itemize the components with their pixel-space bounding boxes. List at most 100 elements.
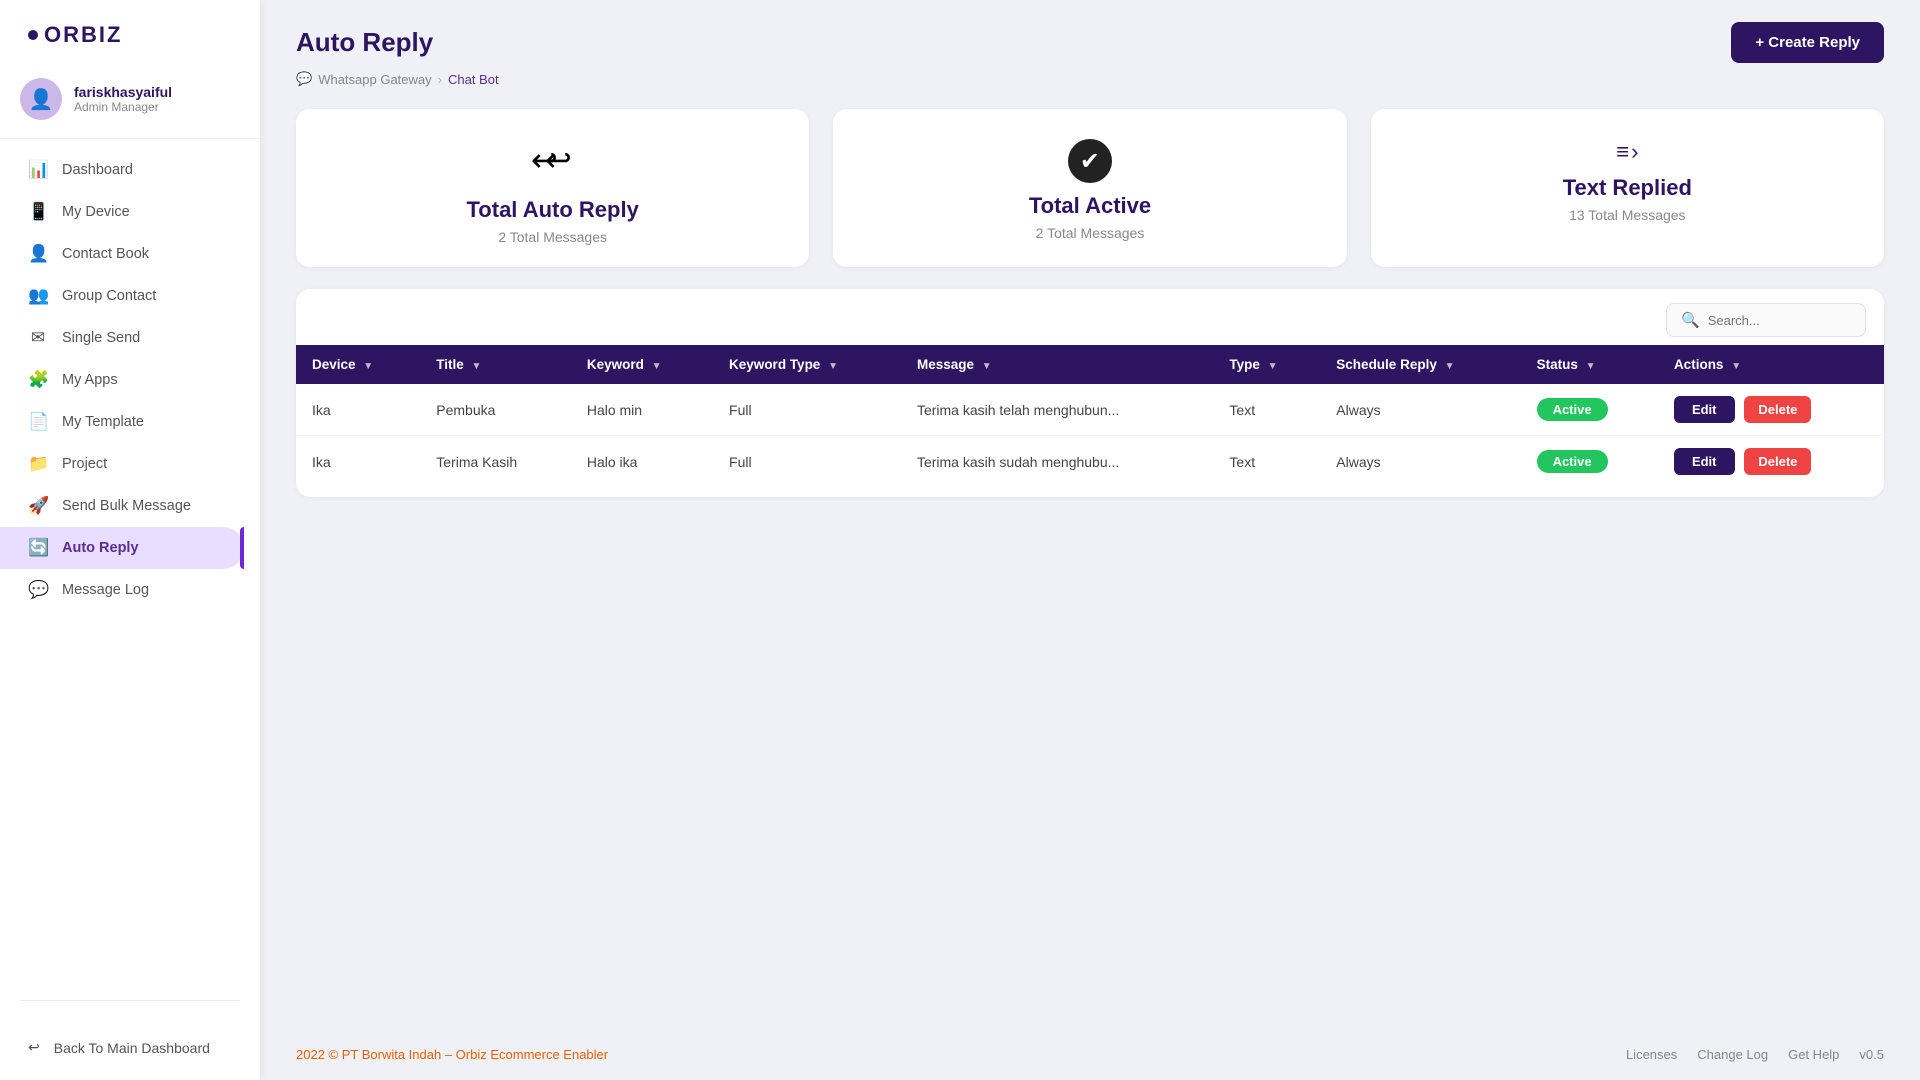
sidebar-item-my-template[interactable]: 📄My Template [0, 401, 244, 443]
create-reply-button[interactable]: + Create Reply [1731, 22, 1884, 63]
sidebar-item-dashboard[interactable]: 📊Dashboard [0, 149, 244, 191]
footer-copyright: 2022 © PT Borwita Indah – Orbiz Ecommerc… [296, 1047, 608, 1062]
user-role: Admin Manager [74, 100, 172, 114]
back-to-dashboard[interactable]: ↩ Back To Main Dashboard [0, 1025, 260, 1070]
auto-reply-icon: 🔄 [28, 538, 48, 558]
cell-actions-0: Edit Delete [1658, 384, 1884, 436]
total-auto-reply-sub: 2 Total Messages [498, 229, 607, 245]
footer-link-change-log[interactable]: Change Log [1697, 1047, 1768, 1062]
sidebar-item-label-project: Project [62, 456, 107, 472]
cell-type-1: Text [1213, 436, 1320, 488]
col-schedule_reply[interactable]: Schedule Reply ▼ [1320, 345, 1520, 384]
brand-name: ORBIZ [44, 22, 122, 48]
edit-button-1[interactable]: Edit [1674, 448, 1735, 475]
avatar: 👤 [20, 78, 62, 120]
back-icon: ↩ [28, 1039, 40, 1056]
logo: ORBIZ [0, 0, 260, 66]
col-title[interactable]: Title ▼ [420, 345, 571, 384]
total-active-icon: ✔ [1068, 139, 1112, 183]
footer-brand-link[interactable]: Orbiz Ecommerce Enabler [456, 1047, 608, 1062]
cell-actions-1: Edit Delete [1658, 436, 1884, 488]
message-log-icon: 💬 [28, 580, 48, 600]
cell-status-1: Active [1521, 436, 1658, 488]
sidebar-item-label-single-send: Single Send [62, 330, 140, 346]
sidebar-item-message-log[interactable]: 💬 Message Log [0, 569, 244, 611]
cell-keyword-0: Halo min [571, 384, 713, 436]
footer-copyright-text: 2022 © PT Borwita Indah – [296, 1047, 452, 1062]
search-wrap: 🔍 [1666, 303, 1866, 337]
status-badge-1: Active [1537, 450, 1608, 473]
text-replied-sub: 13 Total Messages [1569, 207, 1685, 223]
cell-device-0: Ika [296, 384, 420, 436]
cell-device-1: Ika [296, 436, 420, 488]
user-section: 👤 fariskhasyaiful Admin Manager [0, 66, 260, 139]
auto-reply-table: Device ▼Title ▼Keyword ▼Keyword Type ▼Me… [296, 345, 1884, 487]
sidebar-item-auto-reply[interactable]: 🔄Auto Reply [0, 527, 244, 569]
sidebar-item-label-contact-book: Contact Book [62, 246, 149, 262]
col-keyword[interactable]: Keyword ▼ [571, 345, 713, 384]
delete-button-0[interactable]: Delete [1744, 396, 1811, 423]
search-icon: 🔍 [1681, 311, 1700, 329]
table-row: Ika Terima Kasih Halo ika Full Terima ka… [296, 436, 1884, 488]
sidebar-item-send-bulk-message[interactable]: 🚀Send Bulk Message [0, 485, 244, 527]
sidebar-item-project[interactable]: 📁 Project [0, 443, 244, 485]
cell-schedule-reply-0: Always [1320, 384, 1520, 436]
cell-title-0: Pembuka [420, 384, 571, 436]
stat-cards-row: ↩↩Total Auto Reply2 Total Messages ✔ Total… [260, 87, 1920, 267]
sidebar-item-my-apps[interactable]: 🧩My Apps [0, 359, 244, 401]
sidebar-item-contact-book[interactable]: 👤 Contact Book [0, 233, 244, 275]
sidebar-item-label-my-apps: My Apps [62, 372, 118, 388]
cell-keyword-type-0: Full [713, 384, 901, 436]
breadcrumb-current: Chat Bot [448, 72, 499, 87]
breadcrumb-sep: › [438, 72, 442, 87]
total-active-title: Total Active [1029, 193, 1151, 219]
col-status[interactable]: Status ▼ [1521, 345, 1658, 384]
sidebar-item-group-contact[interactable]: 👥Group Contact [0, 275, 244, 317]
back-label: Back To Main Dashboard [54, 1040, 210, 1056]
username: fariskhasyaiful [74, 84, 172, 100]
sidebar: ORBIZ 👤 fariskhasyaiful Admin Manager 📊D… [0, 0, 260, 1080]
sidebar-item-label-message-log: Message Log [62, 582, 149, 598]
project-icon: 📁 [28, 454, 48, 474]
text-replied-icon: ≡› [1616, 139, 1638, 165]
my-template-icon: 📄 [28, 412, 48, 432]
svg-text:↩: ↩ [545, 142, 572, 177]
stat-card-total-auto-reply: ↩↩Total Auto Reply2 Total Messages [296, 109, 809, 267]
title-sort-icon: ▼ [472, 361, 482, 372]
col-actions[interactable]: Actions ▼ [1658, 345, 1884, 384]
schedule_reply-sort-icon: ▼ [1445, 361, 1455, 372]
sidebar-item-my-device[interactable]: 📱 My Device [0, 191, 244, 233]
sidebar-divider [20, 1000, 240, 1001]
keyword_type-sort-icon: ▼ [828, 361, 838, 372]
logo-dot [28, 30, 38, 40]
col-message[interactable]: Message ▼ [901, 345, 1213, 384]
dashboard-icon: 📊 [28, 160, 48, 180]
footer-link-licenses[interactable]: Licenses [1626, 1047, 1677, 1062]
cell-message-0: Terima kasih telah menghubun... [901, 384, 1213, 436]
sidebar-item-label-my-device: My Device [62, 204, 130, 220]
edit-button-0[interactable]: Edit [1674, 396, 1735, 423]
col-device[interactable]: Device ▼ [296, 345, 420, 384]
delete-button-1[interactable]: Delete [1744, 448, 1811, 475]
search-input[interactable] [1708, 313, 1851, 328]
my-device-icon: 📱 [28, 202, 48, 222]
cell-message-1: Terima kasih sudah menghubu... [901, 436, 1213, 488]
footer-link-get-help[interactable]: Get Help [1788, 1047, 1839, 1062]
group-contact-icon: 👥 [28, 286, 48, 306]
sidebar-item-label-send-bulk-message: Send Bulk Message [62, 498, 191, 514]
col-keyword_type[interactable]: Keyword Type ▼ [713, 345, 901, 384]
page-footer: 2022 © PT Borwita Indah – Orbiz Ecommerc… [260, 1029, 1920, 1080]
total-auto-reply-icon: ↩↩ [531, 139, 575, 187]
footer-version: v0.5 [1859, 1047, 1884, 1062]
message-sort-icon: ▼ [982, 361, 992, 372]
contact-book-icon: 👤 [28, 244, 48, 264]
table-toolbar: 🔍 [296, 289, 1884, 345]
sidebar-item-single-send[interactable]: ✉Single Send [0, 317, 244, 359]
total-active-sub: 2 Total Messages [1036, 225, 1145, 241]
type-sort-icon: ▼ [1268, 361, 1278, 372]
status-sort-icon: ▼ [1586, 361, 1596, 372]
cell-title-1: Terima Kasih [420, 436, 571, 488]
stat-card-total-active: ✔ Total Active 2 Total Messages [833, 109, 1346, 267]
col-type[interactable]: Type ▼ [1213, 345, 1320, 384]
status-badge-0: Active [1537, 398, 1608, 421]
